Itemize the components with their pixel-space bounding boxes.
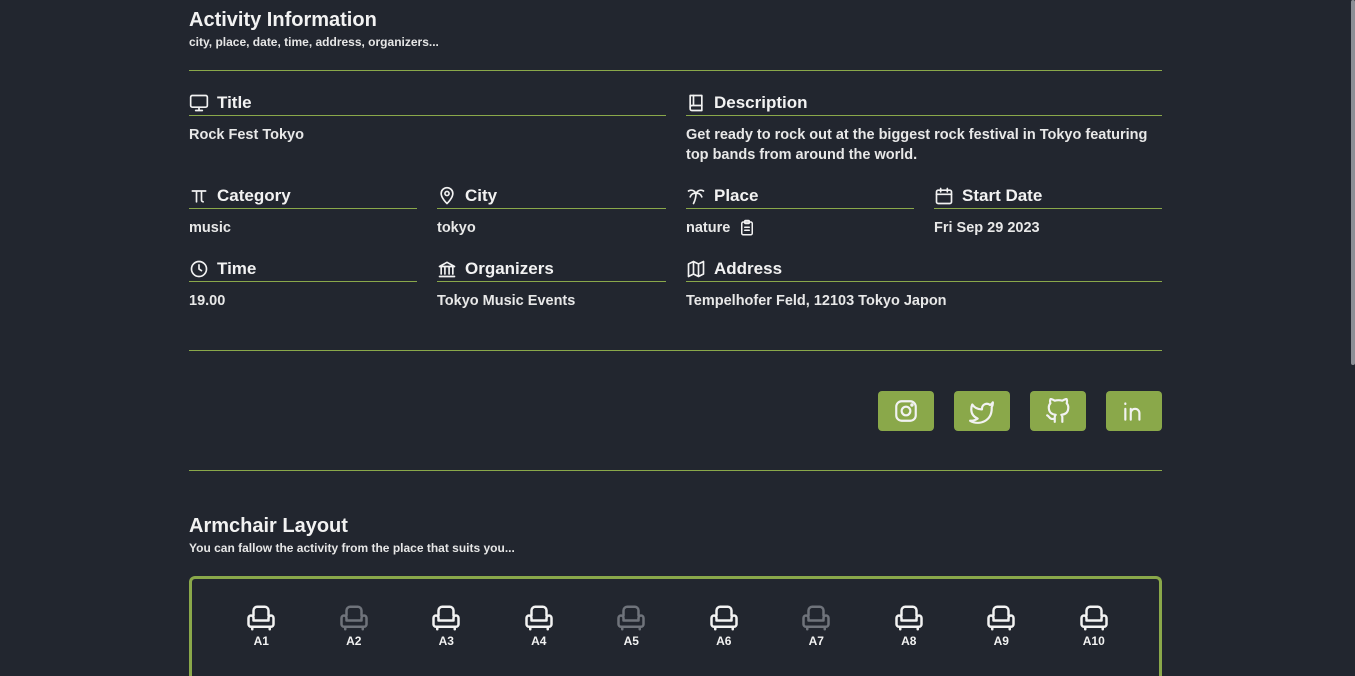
instagram-button[interactable] xyxy=(878,391,934,431)
place-value-row: nature xyxy=(686,218,914,238)
book-icon xyxy=(689,94,703,112)
category-field: Category music xyxy=(189,184,417,238)
map-pin-icon xyxy=(440,186,454,205)
seat-label: A9 xyxy=(993,634,1009,648)
activity-subtitle: city, place, date, time, address, organi… xyxy=(189,35,439,49)
time-value: 19.00 xyxy=(189,293,226,309)
time-label: Time xyxy=(217,259,257,278)
seat-a2[interactable]: A2 xyxy=(308,603,401,648)
seat-label: A7 xyxy=(808,634,824,648)
seat-label: A1 xyxy=(253,634,269,648)
armchair-icon xyxy=(1080,605,1108,631)
seat-label: A2 xyxy=(346,634,362,648)
palm-tree-icon xyxy=(687,189,705,205)
armchair-title: Armchair Layout xyxy=(189,515,348,537)
city-field: City tokyo xyxy=(437,184,666,238)
twitter-button[interactable] xyxy=(954,391,1010,431)
seat-a1[interactable]: A1 xyxy=(215,603,308,648)
github-button[interactable] xyxy=(1030,391,1086,431)
organizers-value: Tokyo Music Events xyxy=(437,293,576,309)
seat-a7[interactable]: A7 xyxy=(770,603,863,648)
category-value: music xyxy=(189,220,231,236)
seat-label: A4 xyxy=(531,634,547,648)
armchair-icon xyxy=(617,605,645,631)
seat-label: A6 xyxy=(716,634,732,648)
description-label: Description xyxy=(714,93,808,112)
place-label: Place xyxy=(714,186,759,205)
monitor-icon xyxy=(189,94,209,112)
armchair-icon xyxy=(432,605,460,631)
start-date-label: Start Date xyxy=(962,186,1043,205)
armchair-icon xyxy=(340,605,368,631)
seat-layout: A1 A2 A3 A4 A5 A6 A7 A8 A9 A10 xyxy=(189,576,1162,676)
armchair-icon xyxy=(987,605,1015,631)
seat-label: A5 xyxy=(623,634,639,648)
place-value: nature xyxy=(686,220,731,236)
armchair-icon xyxy=(802,605,830,631)
armchair-icon xyxy=(247,605,275,631)
activity-title: Activity Information xyxy=(189,9,377,31)
seat-label: A8 xyxy=(901,634,917,648)
start-date-field: Start Date Fri Sep 29 2023 xyxy=(934,184,1162,238)
divider xyxy=(189,70,1162,71)
title-value: Rock Fest Tokyo xyxy=(189,127,304,143)
linkedin-button[interactable] xyxy=(1106,391,1162,431)
seat-label: A3 xyxy=(438,634,454,648)
title-field: Title Rock Fest Tokyo xyxy=(189,91,666,145)
seat-a4[interactable]: A4 xyxy=(493,603,586,648)
time-field: Time 19.00 xyxy=(189,257,417,311)
divider xyxy=(189,470,1162,471)
description-value: Get ready to rock out at the biggest roc… xyxy=(686,127,1148,163)
bank-icon xyxy=(438,261,456,278)
linkedin-icon xyxy=(1124,402,1141,421)
instagram-icon xyxy=(895,400,917,422)
seat-a5[interactable]: A5 xyxy=(585,603,678,648)
divider xyxy=(189,350,1162,351)
clock-icon xyxy=(190,260,208,278)
organizers-field: Organizers Tokyo Music Events xyxy=(437,257,666,311)
seat-a3[interactable]: A3 xyxy=(400,603,493,648)
seat-label: A10 xyxy=(1082,634,1105,648)
seat-a10[interactable]: A10 xyxy=(1048,603,1141,648)
category-label: Category xyxy=(217,186,291,205)
city-label: City xyxy=(465,186,498,205)
seat-a9[interactable]: A9 xyxy=(955,603,1048,648)
pi-icon xyxy=(191,190,207,203)
start-date-value: Fri Sep 29 2023 xyxy=(934,220,1040,236)
clipboard-icon[interactable] xyxy=(738,219,756,237)
seat-a8[interactable]: A8 xyxy=(863,603,956,648)
calendar-icon xyxy=(935,187,953,205)
armchair-icon xyxy=(710,605,738,631)
seat-a6[interactable]: A6 xyxy=(678,603,771,648)
scrollbar[interactable] xyxy=(1351,0,1355,365)
description-field: Description Get ready to rock out at the… xyxy=(686,91,1162,165)
map-icon xyxy=(687,260,705,278)
seat-row: A1 A2 A3 A4 A5 A6 A7 A8 A9 A10 xyxy=(215,603,1140,648)
address-field: Address Tempelhofer Feld, 12103 Tokyo Ja… xyxy=(686,257,1162,311)
github-icon xyxy=(1046,398,1070,423)
armchair-icon xyxy=(895,605,923,631)
place-field: Place nature xyxy=(686,184,914,238)
armchair-icon xyxy=(525,605,553,631)
city-value: tokyo xyxy=(437,220,476,236)
title-label: Title xyxy=(217,93,252,112)
organizers-label: Organizers xyxy=(465,259,554,278)
address-value: Tempelhofer Feld, 12103 Tokyo Japon xyxy=(686,293,947,309)
armchair-subtitle: You can fallow the activity from the pla… xyxy=(189,541,515,555)
twitter-icon xyxy=(969,401,994,424)
address-label: Address xyxy=(714,259,783,278)
